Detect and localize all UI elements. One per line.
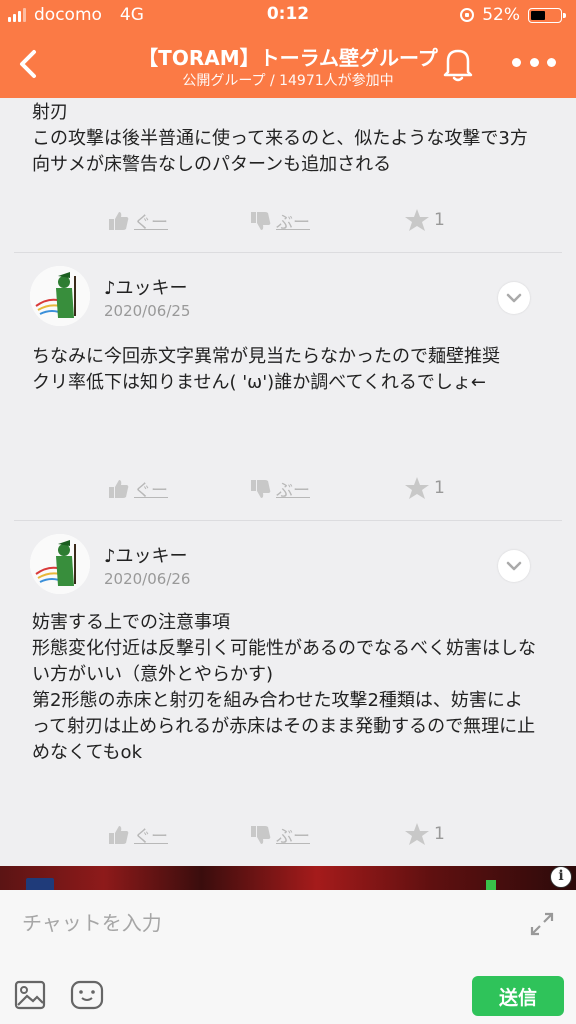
reaction-bar: ぐー ぶー 1	[0, 822, 576, 852]
image-icon[interactable]	[14, 980, 46, 1010]
post-menu-button[interactable]	[498, 282, 530, 314]
post-date: 2020/06/26	[104, 570, 191, 588]
thumbs-up-icon	[109, 825, 129, 844]
more-icon[interactable]	[512, 58, 556, 68]
like-button[interactable]: ぐー	[108, 476, 168, 501]
like-label: ぐー	[134, 827, 168, 847]
like-label: ぐー	[134, 481, 168, 501]
sticker-icon[interactable]	[70, 980, 104, 1010]
star-button[interactable]: 1	[404, 822, 445, 846]
group-subtitle: 公開グループ / 14971人が参加中	[182, 73, 394, 89]
username[interactable]: ♪ユッキー	[104, 542, 188, 568]
rotation-lock-icon	[460, 8, 475, 22]
like-label: ぐー	[134, 213, 168, 233]
star-count: 1	[434, 478, 445, 498]
message-feed[interactable]: 射刃 この攻撃は後半普通に使って来るのと、似たような攻撃で3方向サメが床警告なし…	[0, 98, 576, 866]
group-title[interactable]: 【TORAM】トーラム壁グループ	[0, 42, 576, 71]
avatar[interactable]	[30, 266, 90, 326]
thumbs-up-icon	[109, 211, 129, 230]
star-button[interactable]: 1	[404, 476, 445, 500]
avatar-image	[30, 266, 90, 326]
star-icon	[405, 823, 429, 845]
thumbs-up-icon	[109, 479, 129, 498]
divider	[14, 252, 562, 253]
thumbs-down-icon	[251, 825, 271, 844]
dislike-label: ぶー	[276, 481, 310, 501]
reaction-bar: ぐー ぶー 1	[0, 476, 576, 506]
battery-icon	[528, 7, 566, 23]
like-button[interactable]: ぐー	[108, 208, 168, 233]
divider	[14, 520, 562, 521]
send-button[interactable]: 送信	[472, 976, 564, 1016]
star-count: 1	[434, 210, 445, 230]
group-header: 【TORAM】トーラム壁グループ 公開グループ / 14971人が参加中	[0, 32, 576, 98]
post-body: 妨害する上での注意事項 形態変化付近は反撃引く可能性があるのでなるべく妨害はしな…	[32, 612, 536, 763]
dislike-button[interactable]: ぶー	[250, 208, 310, 233]
chevron-down-icon	[506, 561, 522, 571]
avatar-image	[30, 534, 90, 594]
like-button[interactable]: ぐー	[108, 822, 168, 847]
expand-icon[interactable]	[528, 910, 556, 938]
dislike-label: ぶー	[276, 213, 310, 233]
thumbs-down-icon	[251, 211, 271, 230]
avatar[interactable]	[30, 534, 90, 594]
thumbs-down-icon	[251, 479, 271, 498]
username[interactable]: ♪ユッキー	[104, 274, 188, 300]
dislike-label: ぶー	[276, 827, 310, 847]
star-count: 1	[434, 824, 445, 844]
star-icon	[405, 209, 429, 231]
ad-graphic	[486, 880, 496, 890]
dislike-button[interactable]: ぶー	[250, 822, 310, 847]
post-menu-button[interactable]	[498, 550, 530, 582]
ad-info-icon[interactable]: i	[550, 866, 572, 888]
battery-percent: 52%	[482, 5, 520, 25]
chat-input-area: 送信	[0, 890, 576, 1024]
star-icon	[405, 477, 429, 499]
bell-icon[interactable]	[440, 44, 476, 84]
chevron-down-icon	[506, 293, 522, 303]
ad-logo	[26, 878, 54, 890]
reaction-bar: ぐー ぶー 1	[0, 208, 576, 238]
status-bar: docomo 4G 0:12 52%	[0, 0, 576, 32]
post-body: 射刃 この攻撃は後半普通に使って来るのと、似たような攻撃で3方向サメが床警告なし…	[32, 102, 528, 175]
star-button[interactable]: 1	[404, 208, 445, 232]
post-body: ちなみに今回赤文字異常が見当たらなかったので麺壁推奨 クリ率低下は知りません( …	[32, 346, 500, 393]
chat-input[interactable]	[20, 902, 504, 944]
ad-banner[interactable]	[0, 866, 576, 890]
dislike-button[interactable]: ぶー	[250, 476, 310, 501]
post-date: 2020/06/25	[104, 302, 191, 320]
